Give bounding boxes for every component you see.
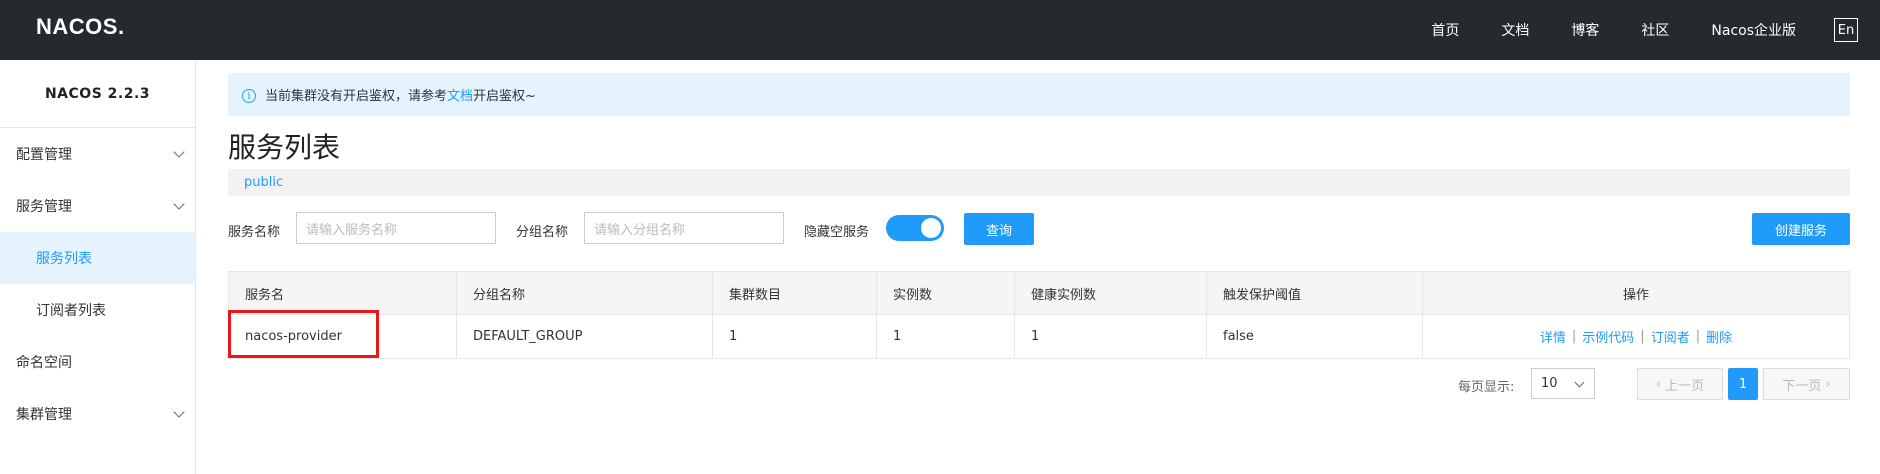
column-header: 健康实例数 <box>1015 271 1207 315</box>
service-name-input[interactable]: 请输入服务名称 <box>296 212 496 244</box>
page-size-select[interactable]: 10 <box>1531 368 1595 399</box>
actions-cell: 详情 | 示例代码 | 订阅者 | 删除 <box>1423 315 1849 358</box>
sidebar-item-label: 配置管理 <box>16 147 72 163</box>
query-button[interactable]: 查询 <box>964 213 1034 245</box>
column-header: 分组名称 <box>457 271 713 315</box>
next-page-label: 下一页 <box>1782 378 1822 394</box>
toggle-knob <box>921 218 941 238</box>
threshold-cell: false <box>1207 315 1423 358</box>
nav-item-blog[interactable]: 博客 <box>1571 20 1599 40</box>
healthy-instance-cell: 1 <box>1015 315 1207 358</box>
language-switch-button[interactable]: En <box>1834 18 1858 42</box>
table-row: nacos-provider DEFAULT_GROUP 1 1 1 false… <box>229 315 1849 358</box>
separator: | <box>1695 329 1701 344</box>
sidebar-item-config-management[interactable]: 配置管理 <box>0 128 195 180</box>
page-size-label: 每页显示: <box>1458 380 1515 395</box>
group-name-label: 分组名称 <box>516 225 569 240</box>
sidebar-item-label: 命名空间 <box>16 355 72 371</box>
instance-count-cell: 1 <box>877 315 1015 358</box>
sidebar-item-subscriber-list[interactable]: 订阅者列表 <box>0 284 195 336</box>
logo-text: NACOS. <box>36 14 125 39</box>
version-label: NACOS 2.2.3 <box>0 60 195 128</box>
namespace-public-link[interactable]: public <box>244 175 283 190</box>
cluster-count-cell: 1 <box>713 315 877 358</box>
nav-item-docs[interactable]: 文档 <box>1501 20 1529 40</box>
sidebar-item-label: 订阅者列表 <box>36 303 106 319</box>
prev-page-button[interactable]: ‹ 上一页 <box>1637 368 1723 400</box>
notice-docs-link[interactable]: 文档 <box>447 85 473 104</box>
column-header: 服务名 <box>229 271 457 315</box>
filter-bar: 服务名称 请输入服务名称 分组名称 请输入分组名称 隐藏空服务 查询 创建服务 <box>228 212 1850 246</box>
auth-notice: i 当前集群没有开启鉴权，请参考 文档 开启鉴权~ <box>228 73 1850 116</box>
table-header: 服务名 分组名称 集群数目 实例数 健康实例数 触发保护阈值 操作 <box>229 271 1849 315</box>
sidebar-item-label: 服务管理 <box>16 199 72 215</box>
sidebar-item-service-list[interactable]: 服务列表 <box>0 232 195 284</box>
chevron-down-icon <box>173 198 185 210</box>
nav-item-enterprise[interactable]: Nacos企业版 <box>1711 20 1796 40</box>
sidebar-item-label: 服务列表 <box>36 251 92 267</box>
sidebar-item-namespace[interactable]: 命名空间 <box>0 336 195 388</box>
current-page-button[interactable]: 1 <box>1728 368 1758 400</box>
column-header: 实例数 <box>877 271 1015 315</box>
group-name-cell: DEFAULT_GROUP <box>457 315 713 358</box>
chevron-down-icon <box>173 146 185 158</box>
top-bar: NACOS. 首页 文档 博客 社区 Nacos企业版 En <box>0 0 1880 60</box>
service-table: 服务名 分组名称 集群数目 实例数 健康实例数 触发保护阈值 操作 nacos-… <box>228 271 1850 359</box>
sidebar-item-label: 集群管理 <box>16 407 72 423</box>
chevron-down-icon <box>173 406 185 418</box>
group-name-input[interactable]: 请输入分组名称 <box>584 212 784 244</box>
chevron-right-icon: › <box>1821 376 1831 392</box>
nacos-logo[interactable]: NACOS. <box>36 14 125 40</box>
prev-page-label: 上一页 <box>1665 378 1705 394</box>
column-header: 集群数目 <box>713 271 877 315</box>
info-icon: i <box>242 89 256 103</box>
nav-item-community[interactable]: 社区 <box>1641 20 1669 40</box>
chevron-left-icon: ‹ <box>1655 376 1666 392</box>
separator: | <box>1571 329 1577 344</box>
subscribers-link[interactable]: 订阅者 <box>1651 327 1690 346</box>
detail-link[interactable]: 详情 <box>1540 327 1566 346</box>
next-page-button[interactable]: 下一页 › <box>1763 368 1850 400</box>
nav-item-home[interactable]: 首页 <box>1431 20 1459 40</box>
hide-empty-toggle[interactable] <box>886 215 944 241</box>
top-nav: 首页 文档 博客 社区 Nacos企业版 En <box>1431 0 1880 60</box>
page-size-value: 10 <box>1541 376 1558 391</box>
pagination: 每页显示: 10 ‹ 上一页 1 下一页 › <box>228 368 1850 400</box>
column-header: 触发保护阈值 <box>1207 271 1423 315</box>
sidebar: NACOS 2.2.3 配置管理 服务管理 服务列表 订阅者列表 命名空间 集群… <box>0 60 196 474</box>
service-name-label: 服务名称 <box>228 225 281 240</box>
notice-text-suffix: 开启鉴权~ <box>473 89 536 104</box>
sample-code-link[interactable]: 示例代码 <box>1582 327 1634 346</box>
namespace-bar: public <box>228 169 1850 196</box>
annotation-highlight-box <box>228 310 379 358</box>
column-header: 操作 <box>1622 287 1649 303</box>
delete-link[interactable]: 删除 <box>1706 327 1732 346</box>
sidebar-item-cluster-management[interactable]: 集群管理 <box>0 388 195 440</box>
page-title: 服务列表 <box>228 131 341 164</box>
chevron-down-icon <box>1574 377 1585 388</box>
separator: | <box>1640 329 1645 344</box>
hide-empty-label: 隐藏空服务 <box>804 225 870 240</box>
sidebar-item-service-management[interactable]: 服务管理 <box>0 180 195 232</box>
notice-text-prefix: 当前集群没有开启鉴权，请参考 <box>265 89 448 104</box>
create-service-button[interactable]: 创建服务 <box>1752 213 1850 245</box>
